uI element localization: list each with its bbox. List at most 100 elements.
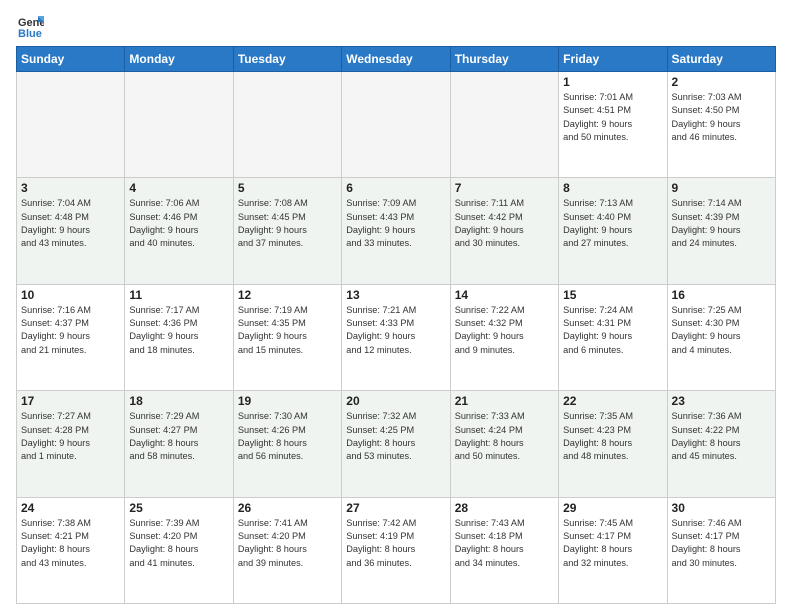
calendar-cell: 21 Sunrise: 7:33 AM Sunset: 4:24 PM Dayli… — [450, 391, 558, 497]
calendar: SundayMondayTuesdayWednesdayThursdayFrid… — [16, 46, 776, 604]
calendar-cell — [125, 72, 233, 178]
day-info: Sunrise: 7:36 AM Sunset: 4:22 PM Dayligh… — [672, 410, 771, 463]
calendar-cell: 5 Sunrise: 7:08 AM Sunset: 4:45 PM Daylig… — [233, 178, 341, 284]
weekday-header-saturday: Saturday — [667, 47, 775, 72]
calendar-week-3: 10 Sunrise: 7:16 AM Sunset: 4:37 PM Dayli… — [17, 284, 776, 390]
day-number: 12 — [238, 288, 337, 302]
calendar-cell: 15 Sunrise: 7:24 AM Sunset: 4:31 PM Dayli… — [559, 284, 667, 390]
day-number: 20 — [346, 394, 445, 408]
day-info: Sunrise: 7:21 AM Sunset: 4:33 PM Dayligh… — [346, 304, 445, 357]
day-number: 28 — [455, 501, 554, 515]
calendar-cell — [233, 72, 341, 178]
day-number: 21 — [455, 394, 554, 408]
calendar-cell: 25Sunrise: 7:39 AM Sunset: 4:20 PM Dayli… — [125, 497, 233, 603]
svg-text:Blue: Blue — [18, 28, 42, 40]
day-info: Sunrise: 7:45 AM Sunset: 4:17 PM Dayligh… — [563, 517, 662, 570]
calendar-cell: 26 Sunrise: 7:41 AM Sunset: 4:20 PM Dayli… — [233, 497, 341, 603]
calendar-cell: 22 Sunrise: 7:35 AM Sunset: 4:23 PM Dayli… — [559, 391, 667, 497]
day-info: Sunrise: 7:16 AM Sunset: 4:37 PM Dayligh… — [21, 304, 120, 357]
day-number: 24 — [21, 501, 120, 515]
day-number: 17 — [21, 394, 120, 408]
day-info: Sunrise: 7:19 AM Sunset: 4:35 PM Dayligh… — [238, 304, 337, 357]
day-info: Sunrise: 7:43 AM Sunset: 4:18 PM Dayligh… — [455, 517, 554, 570]
day-info: Sunrise: 7:30 AM Sunset: 4:26 PM Dayligh… — [238, 410, 337, 463]
logo: General Blue — [16, 12, 48, 40]
calendar-cell: 6Sunrise: 7:09 AM Sunset: 4:43 PM Daylig… — [342, 178, 450, 284]
calendar-cell: 1Sunrise: 7:01 AM Sunset: 4:51 PM Daylig… — [559, 72, 667, 178]
calendar-cell — [17, 72, 125, 178]
logo-icon: General Blue — [16, 12, 44, 40]
day-number: 27 — [346, 501, 445, 515]
calendar-cell: 2 Sunrise: 7:03 AM Sunset: 4:50 PM Daylig… — [667, 72, 775, 178]
day-info: Sunrise: 7:39 AM Sunset: 4:20 PM Dayligh… — [129, 517, 228, 570]
calendar-cell: 17 Sunrise: 7:27 AM Sunset: 4:28 PM Dayli… — [17, 391, 125, 497]
calendar-cell: 30 Sunrise: 7:46 AM Sunset: 4:17 PM Dayli… — [667, 497, 775, 603]
day-info: Sunrise: 7:11 AM Sunset: 4:42 PM Dayligh… — [455, 197, 554, 250]
day-number: 23 — [672, 394, 771, 408]
weekday-header-friday: Friday — [559, 47, 667, 72]
day-info: Sunrise: 7:08 AM Sunset: 4:45 PM Dayligh… — [238, 197, 337, 250]
day-number: 5 — [238, 181, 337, 195]
day-info: Sunrise: 7:09 AM Sunset: 4:43 PM Dayligh… — [346, 197, 445, 250]
calendar-week-1: 1Sunrise: 7:01 AM Sunset: 4:51 PM Daylig… — [17, 72, 776, 178]
day-info: Sunrise: 7:29 AM Sunset: 4:27 PM Dayligh… — [129, 410, 228, 463]
day-number: 1 — [563, 75, 662, 89]
calendar-cell: 12 Sunrise: 7:19 AM Sunset: 4:35 PM Dayli… — [233, 284, 341, 390]
calendar-cell: 4 Sunrise: 7:06 AM Sunset: 4:46 PM Daylig… — [125, 178, 233, 284]
day-number: 3 — [21, 181, 120, 195]
weekday-header-sunday: Sunday — [17, 47, 125, 72]
day-number: 13 — [346, 288, 445, 302]
calendar-cell: 29 Sunrise: 7:45 AM Sunset: 4:17 PM Dayli… — [559, 497, 667, 603]
day-info: Sunrise: 7:42 AM Sunset: 4:19 PM Dayligh… — [346, 517, 445, 570]
day-info: Sunrise: 7:03 AM Sunset: 4:50 PM Dayligh… — [672, 91, 771, 144]
calendar-cell: 23 Sunrise: 7:36 AM Sunset: 4:22 PM Dayli… — [667, 391, 775, 497]
day-info: Sunrise: 7:24 AM Sunset: 4:31 PM Dayligh… — [563, 304, 662, 357]
day-info: Sunrise: 7:13 AM Sunset: 4:40 PM Dayligh… — [563, 197, 662, 250]
day-number: 11 — [129, 288, 228, 302]
calendar-cell: 10 Sunrise: 7:16 AM Sunset: 4:37 PM Dayli… — [17, 284, 125, 390]
day-info: Sunrise: 7:27 AM Sunset: 4:28 PM Dayligh… — [21, 410, 120, 463]
weekday-header-monday: Monday — [125, 47, 233, 72]
calendar-cell — [450, 72, 558, 178]
day-info: Sunrise: 7:32 AM Sunset: 4:25 PM Dayligh… — [346, 410, 445, 463]
calendar-week-5: 24 Sunrise: 7:38 AM Sunset: 4:21 PM Dayli… — [17, 497, 776, 603]
day-number: 2 — [672, 75, 771, 89]
day-info: Sunrise: 7:33 AM Sunset: 4:24 PM Dayligh… — [455, 410, 554, 463]
calendar-cell: 28 Sunrise: 7:43 AM Sunset: 4:18 PM Dayli… — [450, 497, 558, 603]
calendar-cell: 9Sunrise: 7:14 AM Sunset: 4:39 PM Daylig… — [667, 178, 775, 284]
day-info: Sunrise: 7:38 AM Sunset: 4:21 PM Dayligh… — [21, 517, 120, 570]
calendar-cell: 8 Sunrise: 7:13 AM Sunset: 4:40 PM Daylig… — [559, 178, 667, 284]
day-number: 16 — [672, 288, 771, 302]
calendar-cell: 16 Sunrise: 7:25 AM Sunset: 4:30 PM Dayli… — [667, 284, 775, 390]
day-number: 30 — [672, 501, 771, 515]
day-number: 29 — [563, 501, 662, 515]
calendar-cell: 14Sunrise: 7:22 AM Sunset: 4:32 PM Dayli… — [450, 284, 558, 390]
day-info: Sunrise: 7:35 AM Sunset: 4:23 PM Dayligh… — [563, 410, 662, 463]
calendar-cell: 20 Sunrise: 7:32 AM Sunset: 4:25 PM Dayli… — [342, 391, 450, 497]
calendar-cell: 27 Sunrise: 7:42 AM Sunset: 4:19 PM Dayli… — [342, 497, 450, 603]
day-info: Sunrise: 7:46 AM Sunset: 4:17 PM Dayligh… — [672, 517, 771, 570]
day-number: 7 — [455, 181, 554, 195]
calendar-cell: 19 Sunrise: 7:30 AM Sunset: 4:26 PM Dayli… — [233, 391, 341, 497]
calendar-cell — [342, 72, 450, 178]
day-info: Sunrise: 7:06 AM Sunset: 4:46 PM Dayligh… — [129, 197, 228, 250]
calendar-week-2: 3Sunrise: 7:04 AM Sunset: 4:48 PM Daylig… — [17, 178, 776, 284]
day-number: 22 — [563, 394, 662, 408]
day-number: 19 — [238, 394, 337, 408]
calendar-header-row: SundayMondayTuesdayWednesdayThursdayFrid… — [17, 47, 776, 72]
calendar-cell: 3Sunrise: 7:04 AM Sunset: 4:48 PM Daylig… — [17, 178, 125, 284]
weekday-header-thursday: Thursday — [450, 47, 558, 72]
day-info: Sunrise: 7:25 AM Sunset: 4:30 PM Dayligh… — [672, 304, 771, 357]
day-number: 15 — [563, 288, 662, 302]
day-number: 10 — [21, 288, 120, 302]
day-number: 26 — [238, 501, 337, 515]
calendar-cell: 11 Sunrise: 7:17 AM Sunset: 4:36 PM Dayli… — [125, 284, 233, 390]
day-number: 4 — [129, 181, 228, 195]
calendar-cell: 24 Sunrise: 7:38 AM Sunset: 4:21 PM Dayli… — [17, 497, 125, 603]
day-info: Sunrise: 7:41 AM Sunset: 4:20 PM Dayligh… — [238, 517, 337, 570]
day-number: 8 — [563, 181, 662, 195]
calendar-cell: 7 Sunrise: 7:11 AM Sunset: 4:42 PM Daylig… — [450, 178, 558, 284]
calendar-cell: 18Sunrise: 7:29 AM Sunset: 4:27 PM Dayli… — [125, 391, 233, 497]
day-info: Sunrise: 7:17 AM Sunset: 4:36 PM Dayligh… — [129, 304, 228, 357]
calendar-week-4: 17 Sunrise: 7:27 AM Sunset: 4:28 PM Dayli… — [17, 391, 776, 497]
